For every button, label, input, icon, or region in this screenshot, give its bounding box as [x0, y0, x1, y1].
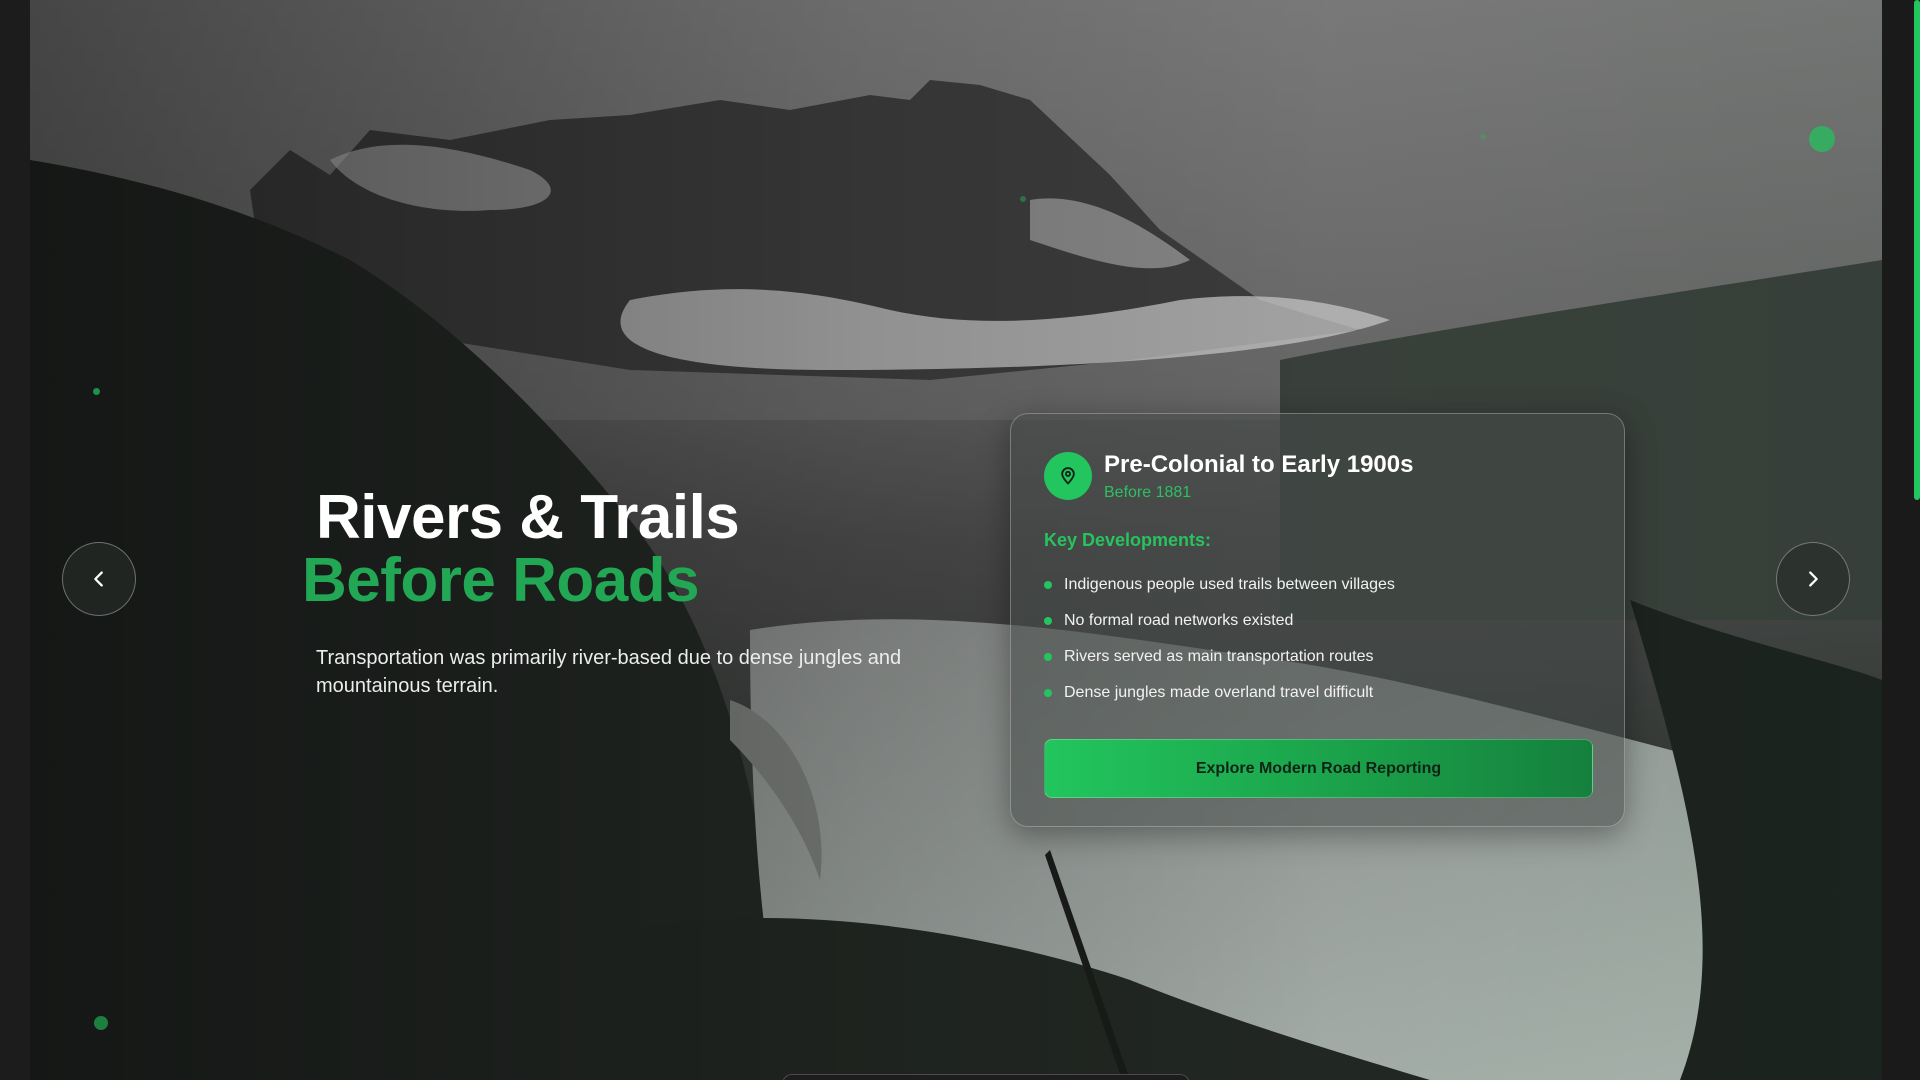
scrollbar-thumb[interactable]: [1914, 0, 1920, 500]
bullet-dot: [1044, 581, 1052, 589]
key-developments-heading: Key Developments:: [1044, 530, 1212, 550]
list-item: No formal road networks existed: [1044, 603, 1591, 639]
chevron-right-icon: [1809, 571, 1818, 587]
list-item: Dense jungles made overland travel diffi…: [1044, 675, 1591, 711]
era-title: Pre-Colonial to Early 1900s: [1104, 451, 1414, 478]
window-left-edge: [0, 0, 30, 1080]
floating-dot: [1020, 196, 1026, 202]
floating-dot: [93, 388, 100, 395]
slide-indicator-bar[interactable]: [782, 1074, 1190, 1080]
hero-title-line2: Before Roads: [302, 546, 700, 615]
development-text: Dense jungles made overland travel diffi…: [1064, 684, 1374, 701]
chevron-left-icon: [94, 571, 103, 587]
floating-dot: [1809, 126, 1835, 152]
development-text: Rivers served as main transportation rou…: [1064, 648, 1374, 665]
hero-heading: Rivers & Trails Before Roads: [302, 483, 740, 612]
explore-modern-road-reporting-button[interactable]: Explore Modern Road Reporting: [1044, 739, 1593, 798]
hero-description: Transportation was primarily river-based…: [316, 647, 902, 697]
card-header: Pre-Colonial to Early 1900s Before 1881: [1044, 450, 1591, 502]
bullet-dot: [1044, 653, 1052, 661]
floating-dot: [1480, 134, 1486, 140]
bullet-dot: [1044, 617, 1052, 625]
developments-list: Indigenous people used trails between vi…: [1044, 567, 1591, 711]
map-pin-icon: [1044, 452, 1092, 500]
window-right-edge: [1882, 0, 1920, 1080]
previous-slide-button[interactable]: [62, 542, 136, 616]
bullet-dot: [1044, 689, 1052, 697]
hero-section: Rivers & Trails Before Roads Transportat…: [30, 0, 1882, 1080]
development-text: Indigenous people used trails between vi…: [1064, 576, 1395, 593]
era-period: Before 1881: [1104, 484, 1192, 501]
hero-title-line1: Rivers & Trails: [316, 483, 740, 552]
era-info-card: Pre-Colonial to Early 1900s Before 1881 …: [1010, 413, 1625, 827]
list-item: Indigenous people used trails between vi…: [1044, 567, 1591, 603]
floating-dot: [94, 1016, 108, 1030]
list-item: Rivers served as main transportation rou…: [1044, 639, 1591, 675]
development-text: No formal road networks existed: [1064, 612, 1294, 629]
next-slide-button[interactable]: [1776, 542, 1850, 616]
